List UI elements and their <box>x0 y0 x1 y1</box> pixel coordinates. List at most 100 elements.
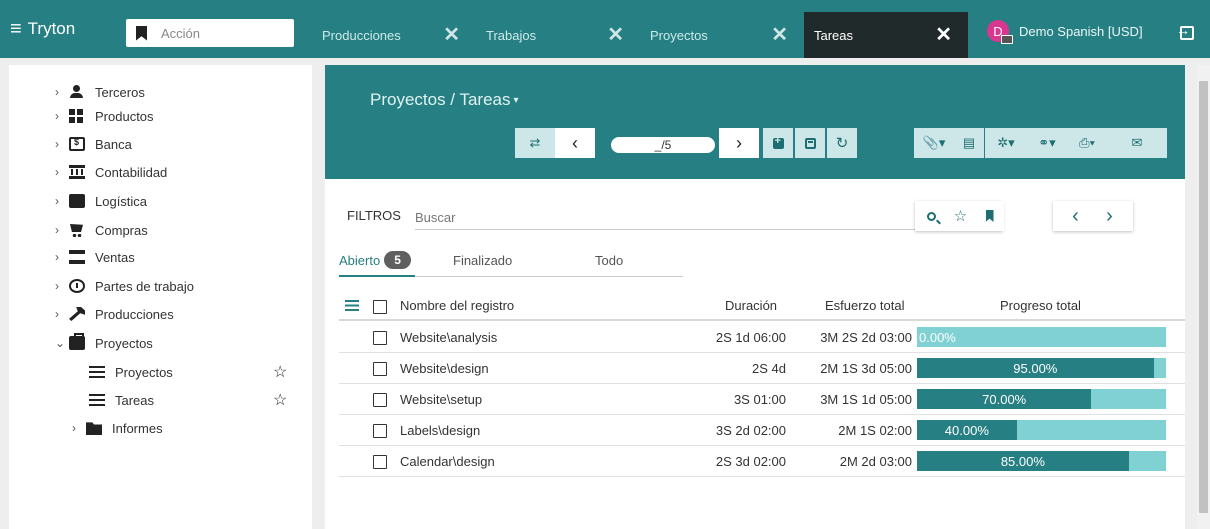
star-icon[interactable]: ☆ <box>273 365 287 381</box>
sidebar-item-producciones[interactable]: › Producciones <box>55 304 174 324</box>
new-record-button[interactable] <box>763 128 793 158</box>
chevron-right-icon[interactable]: › <box>55 194 69 208</box>
print-button[interactable]: ⎙▾ <box>1067 128 1107 158</box>
tab-abierto[interactable]: Abierto 5 <box>339 245 415 277</box>
chevron-right-icon[interactable]: › <box>55 109 69 123</box>
sidebar-item-productos[interactable]: › Productos <box>55 106 154 126</box>
chevron-right-icon[interactable]: › <box>55 137 69 151</box>
relate-button[interactable]: ⚭▾ <box>1027 128 1067 158</box>
progress-label: 85.00% <box>1000 454 1045 469</box>
company-selector[interactable]: D Demo Spanish [USD] <box>987 20 1143 44</box>
sidebar-item-proyectos[interactable]: ⌄ Proyectos <box>55 333 153 353</box>
close-icon[interactable]: ✕ <box>771 25 788 45</box>
attachment-button[interactable]: 📎▾ <box>914 128 954 158</box>
grid-icon <box>69 109 85 123</box>
row-checkbox[interactable] <box>373 362 387 376</box>
close-icon[interactable]: ✕ <box>443 25 460 45</box>
scrollbar-thumb[interactable] <box>1199 81 1208 513</box>
task-effort: 2M 1S 02:00 <box>838 423 912 438</box>
table-row[interactable]: Labels\design 3S 2d 02:00 2M 1S 02:00 40.00… <box>339 415 1185 446</box>
next-record-button[interactable]: › <box>719 128 759 158</box>
main-panel: Proyectos / Tareas▾ ⇄ ‹ _/5 › ↻ 📎▾ ▤ ✲▾ … <box>325 65 1185 529</box>
task-name: Labels\design <box>400 423 481 438</box>
table-row[interactable]: Calendar\design 2S 3d 02:00 2M 2d 03:00 85.… <box>339 446 1185 477</box>
table-row[interactable]: Website\design 2S 4d 2M 1S 3d 05:00 95.00% <box>339 353 1185 384</box>
email-button[interactable]: ✉ <box>1107 128 1167 158</box>
temple-icon <box>69 165 85 179</box>
tab-todo[interactable]: Todo <box>595 245 623 276</box>
scrollbar[interactable] <box>1197 65 1210 529</box>
close-icon[interactable]: ✕ <box>607 25 624 45</box>
bookmark-button[interactable] <box>975 201 1004 231</box>
column-effort[interactable]: Esfuerzo total <box>825 298 905 313</box>
breadcrumb[interactable]: Proyectos / Tareas ▾ <box>370 90 519 110</box>
reload-button[interactable]: ↻ <box>827 128 857 158</box>
previous-record-button[interactable]: ‹ <box>555 128 595 158</box>
count-badge: 5 <box>384 251 411 269</box>
sidebar-item-tareas[interactable]: Tareas <box>89 390 154 410</box>
chevron-down-icon[interactable]: ⌄ <box>55 336 69 350</box>
sidebar-item-label: Productos <box>95 108 154 124</box>
sidebar-item-compras[interactable]: › Compras <box>55 220 148 240</box>
row-checkbox[interactable] <box>373 393 387 407</box>
search-input[interactable] <box>415 205 915 230</box>
column-duration[interactable]: Duración <box>725 298 777 313</box>
table-row[interactable]: Website\analysis 2S 1d 06:00 3M 2S 2d 03:0… <box>339 322 1185 353</box>
bookmark-icon[interactable] <box>136 25 147 41</box>
task-duration: 2S 3d 02:00 <box>715 454 786 469</box>
chevron-right-icon[interactable]: › <box>55 307 69 321</box>
next-page-button[interactable]: › <box>1095 201 1124 231</box>
chevron-right-icon[interactable]: › <box>55 165 69 179</box>
row-checkbox[interactable] <box>373 455 387 469</box>
chevron-right-icon[interactable]: › <box>55 85 69 99</box>
action-button[interactable]: ✲▾ <box>985 128 1027 158</box>
column-progress[interactable]: Progreso total <box>1000 298 1081 313</box>
search-button[interactable] <box>917 201 946 231</box>
action-input[interactable] <box>161 25 281 41</box>
chevron-right-icon[interactable]: › <box>55 223 69 237</box>
tab-tareas[interactable]: Tareas ✕ <box>804 12 968 58</box>
task-duration: 3S 01:00 <box>733 392 786 407</box>
row-checkbox[interactable] <box>373 331 387 345</box>
tab-finalizado[interactable]: Finalizado <box>453 245 512 276</box>
action-search-box[interactable] <box>126 19 294 47</box>
sidebar-item-contabilidad[interactable]: › Contabilidad <box>55 162 167 182</box>
brand-menu-button[interactable]: ≡ Tryton <box>0 0 125 58</box>
sidebar-item-ventas[interactable]: › Ventas <box>55 247 135 267</box>
column-menu-icon[interactable] <box>345 300 359 311</box>
sidebar-item-informes[interactable]: › Informes <box>72 418 163 438</box>
save-button[interactable] <box>795 128 825 158</box>
table-row[interactable]: Website\setup 3S 01:00 3M 1S 1d 05:00 70.00… <box>339 384 1185 415</box>
chevron-right-icon[interactable]: › <box>72 421 86 435</box>
task-effort: 3M 1S 1d 05:00 <box>820 392 912 407</box>
top-bar: ≡ Tryton Producciones ✕ Trabajos ✕ Proye… <box>0 0 1210 58</box>
progress-bar: 70.00% <box>917 389 1166 409</box>
sidebar-item-logistica[interactable]: › Logística <box>55 191 147 211</box>
tab-producciones[interactable]: Producciones ✕ <box>312 12 476 58</box>
status-tabs: Abierto 5 Finalizado Todo <box>339 245 683 277</box>
person-icon <box>69 85 85 99</box>
chevron-right-icon[interactable]: › <box>55 279 69 293</box>
switch-view-button[interactable]: ⇄ <box>515 128 555 158</box>
task-name: Website\setup <box>400 392 483 407</box>
record-pager[interactable]: _/5 <box>611 137 715 153</box>
chevron-right-icon[interactable]: › <box>55 250 69 264</box>
note-button[interactable]: ▤ <box>954 128 984 158</box>
tab-trabajos[interactable]: Trabajos ✕ <box>476 12 640 58</box>
note-icon: ▤ <box>962 135 976 150</box>
logout-icon[interactable] <box>1176 22 1194 40</box>
briefcase-icon <box>69 333 85 350</box>
select-all-checkbox[interactable] <box>373 300 387 314</box>
task-effort: 3M 2S 2d 03:00 <box>820 330 912 345</box>
sidebar-item-terceros[interactable]: › Terceros <box>55 82 145 102</box>
column-name[interactable]: Nombre del registro <box>400 298 514 313</box>
star-icon[interactable]: ☆ <box>273 393 287 409</box>
row-checkbox[interactable] <box>373 424 387 438</box>
tab-proyectos[interactable]: Proyectos ✕ <box>640 12 804 58</box>
favorite-button[interactable]: ☆ <box>946 201 975 231</box>
close-icon[interactable]: ✕ <box>935 25 952 45</box>
sidebar-item-partes-de-trabajo[interactable]: › Partes de trabajo <box>55 276 194 296</box>
previous-page-button[interactable]: ‹ <box>1061 201 1090 231</box>
sidebar-item-banca[interactable]: › Banca <box>55 134 132 154</box>
sidebar-item-proyectos-list[interactable]: Proyectos <box>89 362 173 382</box>
